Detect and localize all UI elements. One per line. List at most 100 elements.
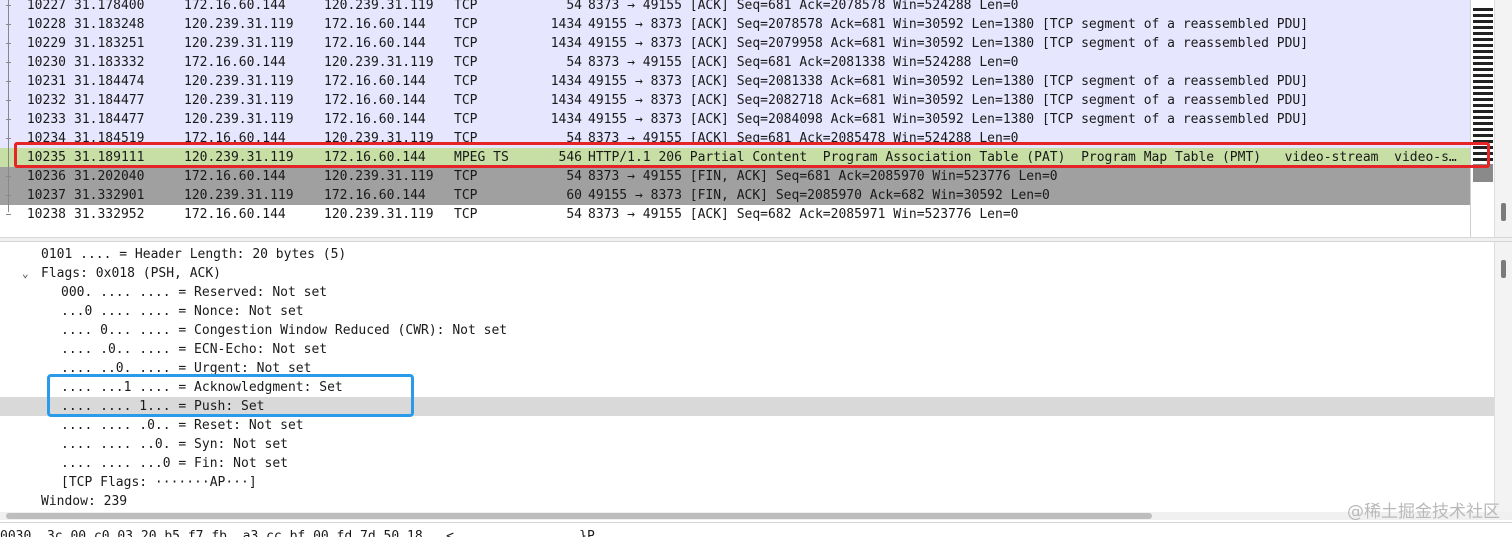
detail-line[interactable]: 0101 .... = Header Length: 20 bytes (5) [0, 245, 1494, 264]
packet-proto-cell: TCP [454, 93, 478, 108]
detail-text: 0101 .... = Header Length: 20 bytes (5) [41, 247, 347, 262]
packet-time-cell: 31.183248 [74, 17, 145, 32]
packet-dst-cell: 120.239.31.119 [324, 0, 434, 13]
packet-len-cell: 1434 [550, 93, 582, 108]
packet-info-cell: 8373 → 49155 [ACK] Seq=681 Ack=2081338 W… [588, 55, 1019, 70]
packet-len-cell: 54 [566, 207, 582, 222]
detail-text: .... 0... .... = Congestion Window Reduc… [61, 323, 508, 338]
packet-minimap[interactable] [1470, 0, 1495, 237]
detail-line[interactable]: ⌄ Flags: 0x018 (PSH, ACK) [0, 264, 1494, 283]
minimap-mark [1473, 38, 1493, 41]
detail-text: .... .0.. .... = ECN-Echo: Not set [61, 342, 328, 357]
minimap-mark [1473, 68, 1493, 71]
packet-len-cell: 1434 [550, 74, 582, 89]
packet-row[interactable]: 10229 31.183251 120.239.31.119 172.16.60.14… [0, 34, 1470, 53]
packet-row[interactable]: 10233 31.184477 120.239.31.119 172.16.60.14… [0, 110, 1470, 129]
packet-src-cell: 120.239.31.119 [184, 74, 294, 89]
minimap-mark [1473, 62, 1493, 65]
detail-line[interactable]: .... .0.. .... = ECN-Echo: Not set [0, 340, 1494, 359]
detail-line[interactable]: .... .... ..0. = Syn: Not set [0, 435, 1494, 454]
detail-text: Window: 239 [41, 494, 128, 509]
minimap-mark [1473, 128, 1493, 131]
details-scrollbar[interactable] [1494, 242, 1512, 512]
packet-row[interactable]: 10230 31.183332 172.16.60.144 120.239.31.11… [0, 53, 1470, 72]
packet-dst-cell: 172.16.60.144 [324, 17, 426, 32]
detail-line[interactable]: ...0 .... .... = Nonce: Not set [0, 302, 1494, 321]
packet-row[interactable]: 10227 31.178400 172.16.60.144 120.239.31.11… [0, 0, 1470, 15]
packet-src-cell: 120.239.31.119 [184, 93, 294, 108]
packet-time-cell: 31.178400 [74, 0, 145, 13]
detail-line[interactable]: 000. .... .... = Reserved: Not set [0, 283, 1494, 302]
packet-proto-cell: TCP [454, 17, 478, 32]
minimap-mark [1473, 116, 1493, 119]
related-packet-mark [6, 214, 11, 215]
packet-src-cell: 120.239.31.119 [184, 36, 294, 51]
packet-bytes-pane[interactable]: 0030 3c 00 c0 03 20 b5 f7 fb a3 cc bf 00… [0, 522, 1512, 537]
detail-line[interactable]: .... .... ...0 = Fin: Not set [0, 454, 1494, 473]
packet-proto-cell: TCP [454, 169, 478, 184]
packet-dst-cell: 172.16.60.144 [324, 188, 426, 203]
packet-no-cell: 10230 [26, 55, 66, 70]
packet-src-cell: 172.16.60.144 [184, 0, 286, 13]
detail-text: [TCP Flags: ·······AP···] [61, 475, 257, 490]
detail-line[interactable]: [TCP Flags: ·······AP···] [0, 473, 1494, 492]
packet-proto-cell: TCP [454, 207, 478, 222]
packet-time-cell: 31.184477 [74, 112, 145, 127]
packet-len-cell: 60 [566, 188, 582, 203]
packet-time-cell: 31.332952 [74, 207, 145, 222]
packet-proto-cell: TCP [454, 112, 478, 127]
detail-line[interactable]: .... .... .0.. = Reset: Not set [0, 416, 1494, 435]
expand-chevron-icon[interactable]: ⌄ [22, 264, 29, 283]
packet-info-cell: 8373 → 49155 [ACK] Seq=682 Ack=2085971 W… [588, 207, 1019, 222]
packet-no-cell: 10238 [26, 207, 66, 222]
packet-info-cell: 49155 → 8373 [ACK] Seq=2078578 Ack=681 W… [588, 17, 1309, 32]
packet-src-cell: 120.239.31.119 [184, 112, 294, 127]
packet-proto-cell: TCP [454, 188, 478, 203]
packet-info-cell: 49155 → 8373 [ACK] Seq=2084098 Ack=681 W… [588, 112, 1309, 127]
details-scroll-thumb[interactable] [1501, 260, 1506, 278]
packet-row[interactable]: 10231 31.184474 120.239.31.119 172.16.60.14… [0, 72, 1470, 91]
minimap-mark [1473, 8, 1493, 11]
packet-row[interactable]: 10232 31.184477 120.239.31.119 172.16.60.14… [0, 91, 1470, 110]
packet-dst-cell: 120.239.31.119 [324, 207, 434, 222]
minimap-mark [1473, 80, 1493, 83]
packet-no-cell: 10232 [26, 93, 66, 108]
packet-no-cell: 10227 [26, 0, 66, 13]
packet-row[interactable]: 10228 31.183248 120.239.31.119 172.16.60.14… [0, 15, 1470, 34]
minimap-mark [1473, 50, 1493, 53]
packet-no-cell: 10229 [26, 36, 66, 51]
horizontal-scroll-thumb[interactable] [6, 513, 1152, 519]
packet-row[interactable]: 10238 31.332952 172.16.60.144 120.239.31.11… [0, 205, 1470, 224]
minimap-mark [1473, 56, 1493, 59]
packet-time-cell: 31.183251 [74, 36, 145, 51]
packet-row[interactable]: 10237 31.332901 120.239.31.119 172.16.60.14… [0, 186, 1470, 205]
detail-text: ...0 .... .... = Nonce: Not set [61, 304, 304, 319]
packet-no-cell: 10233 [26, 112, 66, 127]
packet-src-cell: 172.16.60.144 [184, 169, 286, 184]
detail-text: .... .... ...0 = Fin: Not set [61, 456, 288, 471]
detail-line[interactable]: Window: 239 [0, 492, 1494, 511]
packet-len-cell: 1434 [550, 17, 582, 32]
packet-list-scroll-thumb[interactable] [1501, 203, 1506, 221]
packet-info-cell: 49155 → 8373 [ACK] Seq=2081338 Ack=681 W… [588, 74, 1309, 89]
detail-line[interactable]: .... 0... .... = Congestion Window Reduc… [0, 321, 1494, 340]
packet-dst-cell: 172.16.60.144 [324, 112, 426, 127]
packet-time-cell: 31.183332 [74, 55, 145, 70]
packet-row[interactable]: 10236 31.202040 172.16.60.144 120.239.31.11… [0, 167, 1470, 186]
packet-list-scrollbar[interactable] [1494, 0, 1512, 237]
packet-proto-cell: TCP [454, 36, 478, 51]
packet-proto-cell: TCP [454, 0, 478, 13]
packet-len-cell: 1434 [550, 112, 582, 127]
packet-info-cell: 49155 → 8373 [ACK] Seq=2082718 Ack=681 W… [588, 93, 1309, 108]
horizontal-scrollbar[interactable] [0, 512, 1512, 520]
packet-dst-cell: 120.239.31.119 [324, 169, 434, 184]
packet-time-cell: 31.184474 [74, 74, 145, 89]
minimap-mark [1473, 74, 1493, 77]
packet-list-pane[interactable]: 10227 31.178400 172.16.60.144 120.239.31.11… [0, 0, 1512, 237]
packet-len-cell: 54 [566, 0, 582, 13]
packet-src-cell: 120.239.31.119 [184, 188, 294, 203]
packet-len-cell: 54 [566, 55, 582, 70]
packet-info-cell: 8373 → 49155 [FIN, ACK] Seq=681 Ack=2085… [588, 169, 1058, 184]
related-packets-line [8, 0, 9, 212]
packet-no-cell: 10237 [26, 188, 66, 203]
